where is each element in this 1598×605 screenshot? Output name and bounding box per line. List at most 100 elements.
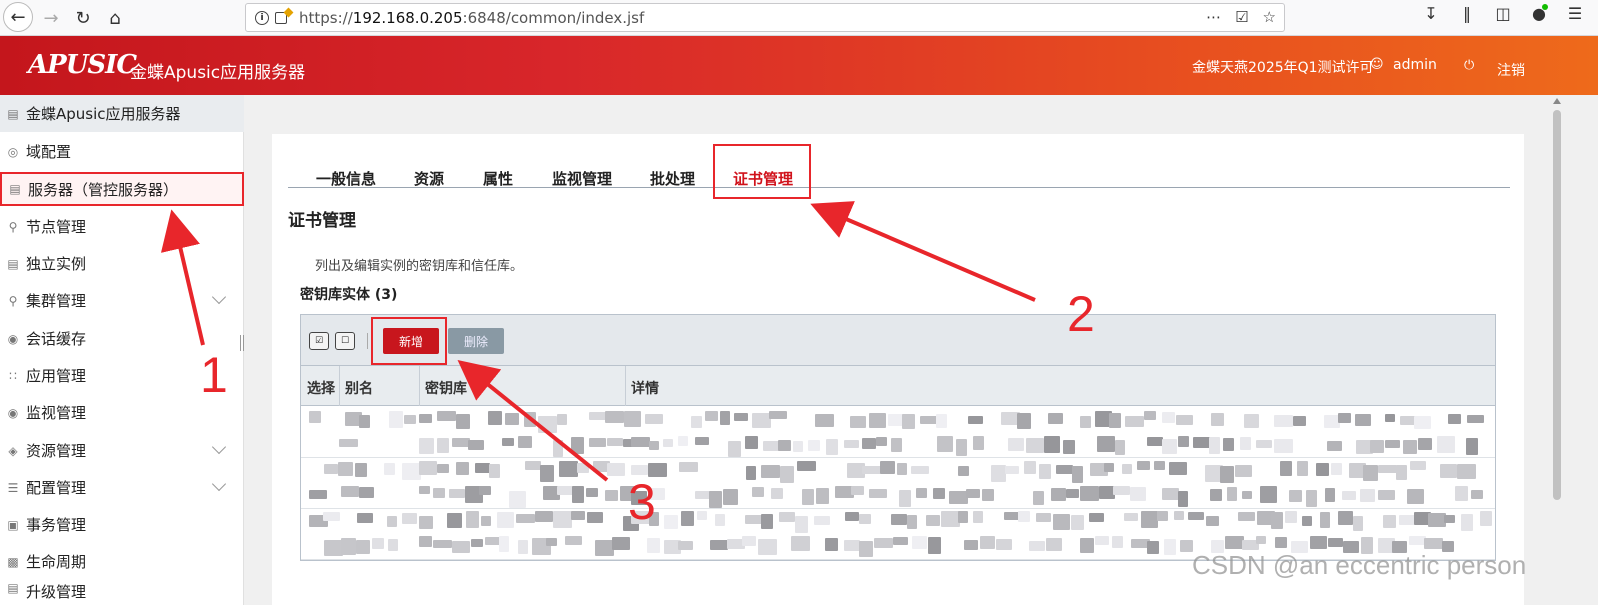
redacted-block <box>746 466 756 480</box>
menu-icon[interactable]: ☰ <box>1564 4 1586 23</box>
redacted-block <box>1147 541 1159 554</box>
sidebar-toggle-icon[interactable]: ◫ <box>1492 4 1514 23</box>
forward-button[interactable]: → <box>36 4 66 32</box>
sidebar-item-label: 独立实例 <box>26 255 87 273</box>
redacted-block <box>587 512 603 523</box>
redacted-block <box>402 513 417 524</box>
redacted-block <box>1383 515 1396 528</box>
scroll-up-icon[interactable] <box>1553 98 1561 104</box>
redacted-block <box>1137 461 1150 470</box>
sidebar-item-root[interactable]: ▤ 金蝶Apusic应用服务器 <box>0 95 244 132</box>
table-header: 选择 别名 密钥库 详情 <box>301 366 1495 406</box>
calendar-icon: ▤ <box>7 106 19 121</box>
address-bar[interactable]: i https://192.168.0.205:6848/common/inde… <box>245 3 1285 32</box>
column-select[interactable]: 选择 <box>307 378 335 398</box>
sidebar-resize-handle[interactable] <box>240 335 244 351</box>
reload-button[interactable]: ↻ <box>68 4 98 32</box>
select-all-icon[interactable]: ☑ <box>309 332 329 350</box>
redacted-block <box>973 436 984 450</box>
lock-icon <box>275 11 287 24</box>
column-alias[interactable]: 别名 <box>345 378 373 398</box>
redacted-block <box>893 537 908 545</box>
site-info-icon[interactable]: i <box>255 10 269 25</box>
tab-batch[interactable]: 批处理 <box>650 168 695 189</box>
more-icon[interactable]: ⋯ <box>1206 8 1221 26</box>
redacted-block <box>356 540 370 554</box>
redacted-block <box>816 488 829 504</box>
sidebar-item-domain-config[interactable]: ◎ 域配置 <box>0 133 244 170</box>
redacted-block <box>1342 491 1356 500</box>
sidebar-item-nodes[interactable]: ⚲ 节点管理 <box>0 208 244 245</box>
upgrade-icon: ▤ <box>7 581 19 595</box>
home-button[interactable]: ⌂ <box>100 4 130 32</box>
redacted-block <box>437 411 456 421</box>
redacted-block <box>1039 464 1051 479</box>
redacted-block <box>456 462 469 475</box>
account-icon[interactable]: ● <box>1528 4 1550 23</box>
sidebar-item-config[interactable]: ☰ 配置管理 <box>0 469 244 506</box>
redacted-block <box>607 463 625 476</box>
section-title: 密钥库实体 (3) <box>300 287 398 303</box>
scroll-thumb[interactable] <box>1553 110 1561 500</box>
redacted-block <box>433 488 445 498</box>
redacted-block <box>341 486 359 497</box>
redacted-block <box>1095 536 1109 545</box>
download-icon[interactable]: ↧ <box>1420 4 1442 23</box>
redacted-block <box>557 414 567 425</box>
redacted-block <box>1471 490 1483 499</box>
redacted-block <box>980 536 995 549</box>
delete-button[interactable]: 删除 <box>448 328 504 354</box>
redacted-block <box>1066 489 1079 498</box>
bookmark-star-icon[interactable]: ☆ <box>1263 8 1276 26</box>
tab-monitoring[interactable]: 监视管理 <box>552 168 612 189</box>
sidebar-item-resources[interactable]: ◈ 资源管理 <box>0 432 244 469</box>
tab-general[interactable]: 一般信息 <box>316 168 376 189</box>
redacted-block <box>862 438 876 449</box>
power-icon[interactable]: ⏻ <box>1464 58 1474 73</box>
redacted-block <box>499 536 509 552</box>
username[interactable]: admin <box>1393 57 1437 73</box>
redacted-block <box>355 463 367 477</box>
redacted-block <box>850 416 866 428</box>
redacted-block <box>876 437 887 446</box>
redacted-block <box>571 511 585 520</box>
library-icon[interactable]: ‖ <box>1456 4 1478 23</box>
sidebar-item-server[interactable]: ▤ 服务器（管控服务器） <box>0 172 244 206</box>
redacted-block <box>1285 511 1297 523</box>
redacted-block <box>1256 440 1272 448</box>
chevron-down-icon[interactable] <box>211 476 227 492</box>
redacted-block <box>1238 512 1255 521</box>
redacted-block <box>1316 463 1329 476</box>
sidebar-item-upgrade[interactable]: ▤ 升级管理 <box>0 581 244 605</box>
sidebar-item-transactions[interactable]: ▣ 事务管理 <box>0 506 244 543</box>
page-scrollbar[interactable] <box>1550 95 1564 605</box>
logout-link[interactable]: 注销 <box>1497 60 1525 80</box>
redacted-block <box>1026 438 1044 453</box>
sidebar-item-lifecycle[interactable]: ▩ 生命周期 <box>0 543 244 580</box>
redacted-block <box>372 538 384 549</box>
redacted-block <box>1029 541 1045 551</box>
deselect-icon[interactable]: ☐ <box>335 332 355 350</box>
redacted-block <box>1113 486 1130 495</box>
redacted-block <box>384 463 395 475</box>
chevron-down-icon[interactable] <box>211 289 227 305</box>
column-details[interactable]: 详情 <box>631 378 659 398</box>
redacted-block <box>419 486 430 494</box>
column-keystore[interactable]: 密钥库 <box>425 378 467 398</box>
sidebar-item-standalone[interactable]: ▤ 独立实例 <box>0 245 244 282</box>
redacted-block <box>1223 438 1234 451</box>
redacted-block <box>1227 487 1237 501</box>
redacted-block <box>891 514 907 525</box>
sidebar-item-cluster[interactable]: ⚲ 集群管理 <box>0 282 244 319</box>
tab-properties[interactable]: 属性 <box>483 168 513 189</box>
redacted-block <box>452 541 470 553</box>
tab-resources[interactable]: 资源 <box>414 168 444 189</box>
pocket-icon[interactable]: ☑ <box>1235 8 1248 26</box>
chevron-down-icon[interactable] <box>211 439 227 455</box>
redacted-block <box>734 413 748 421</box>
redacted-block <box>1403 440 1417 454</box>
redacted-block <box>933 488 945 499</box>
session-icon: ◉ <box>7 331 19 346</box>
back-button[interactable]: ← <box>3 2 33 32</box>
browser-toolbar: ← → ↻ ⌂ i https://192.168.0.205:6848/com… <box>0 0 1598 36</box>
